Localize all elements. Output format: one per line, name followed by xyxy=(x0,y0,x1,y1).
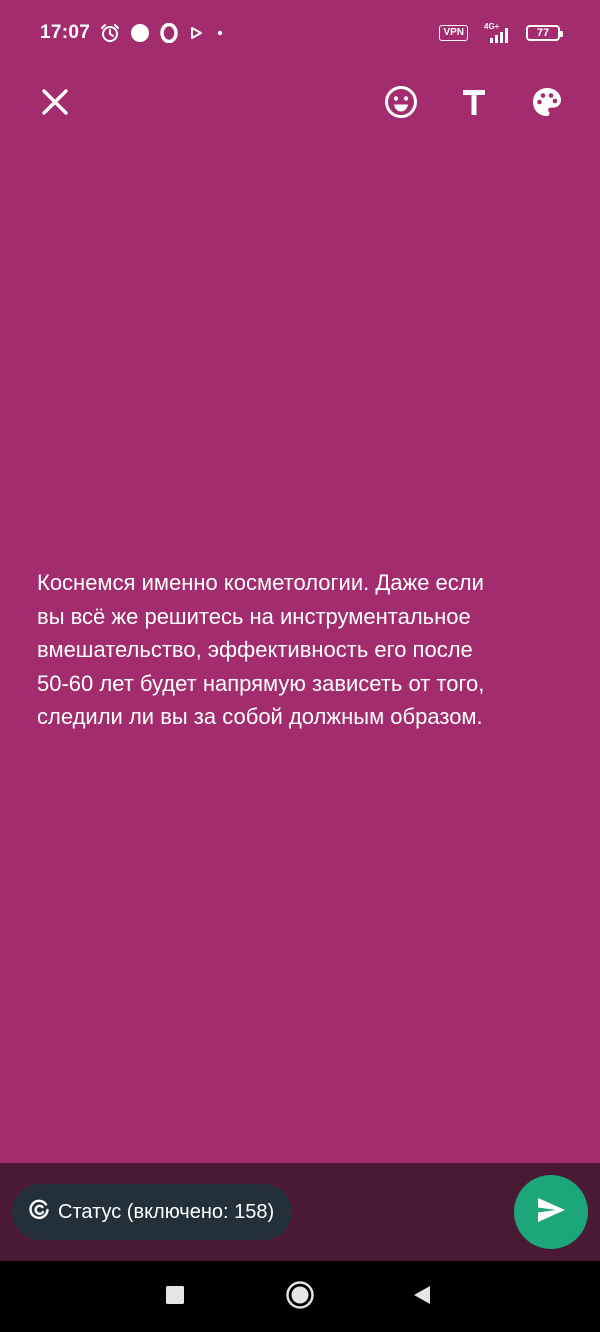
back-icon xyxy=(411,1284,433,1311)
alarm-icon xyxy=(100,23,120,43)
status-left: 17:07 xyxy=(40,22,226,44)
audience-selector-button[interactable]: Статус (включено: 158) xyxy=(12,1184,293,1240)
home-button[interactable] xyxy=(282,1279,318,1315)
recents-icon xyxy=(165,1285,185,1310)
close-icon xyxy=(41,88,69,121)
circle-notification-icon xyxy=(130,23,150,43)
navigation-bar xyxy=(0,1261,600,1332)
status-time: 17:07 xyxy=(40,22,91,43)
dot-icon xyxy=(214,27,226,39)
status-privacy-icon xyxy=(28,1199,50,1226)
emoji-button[interactable] xyxy=(379,82,423,126)
network-type-label: 4G+ xyxy=(484,22,500,31)
recents-button[interactable] xyxy=(157,1279,193,1315)
signal-icon: 4G+ xyxy=(480,21,514,45)
audience-label: Статус (включено: 158) xyxy=(58,1200,275,1223)
send-button[interactable] xyxy=(514,1175,588,1249)
palette-icon xyxy=(531,86,563,123)
back-button[interactable] xyxy=(404,1279,440,1315)
send-icon xyxy=(535,1194,567,1231)
vpn-icon: VPN xyxy=(439,25,468,41)
home-icon xyxy=(285,1280,315,1315)
status-right: VPN 4G+ 77 xyxy=(439,21,563,45)
text-icon xyxy=(460,87,488,122)
status-bar: 17:07 VPN 4G+ 77 xyxy=(0,0,600,66)
emoji-icon xyxy=(384,85,418,124)
battery-level: 77 xyxy=(536,27,550,39)
close-button[interactable] xyxy=(33,82,77,126)
toolbar xyxy=(0,72,600,136)
opera-icon xyxy=(160,23,178,43)
play-icon xyxy=(188,25,204,41)
battery-icon: 77 xyxy=(526,25,563,41)
text-style-button[interactable] xyxy=(452,82,496,126)
background-color-button[interactable] xyxy=(525,82,569,126)
status-text[interactable]: Коснемся именно косметологии. Даже если … xyxy=(37,566,567,734)
bottom-panel: Статус (включено: 158) xyxy=(0,1163,600,1261)
